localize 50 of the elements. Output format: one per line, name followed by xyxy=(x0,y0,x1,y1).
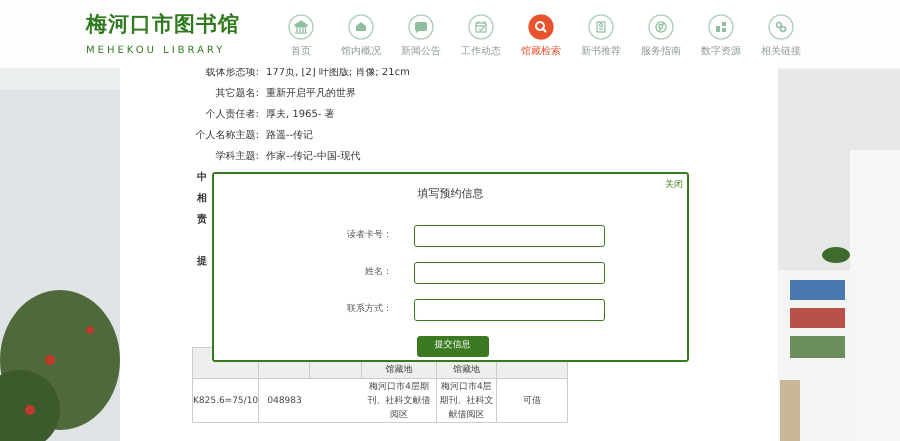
column-header: 馆藏地 xyxy=(386,364,413,374)
nav-item[interactable]: 数字资源 xyxy=(691,0,751,68)
nav-item[interactable]: 工作动态 xyxy=(451,0,511,68)
logo-title: 梅河口市图书馆 xyxy=(86,12,241,36)
nav-icon xyxy=(348,14,374,40)
field-label: 个人责任者: xyxy=(204,108,259,122)
nav-icon xyxy=(768,14,794,40)
close-button[interactable]: 关闭 xyxy=(665,179,683,192)
table-cell: 梅河口市4层期刊、社科文献借阅区 xyxy=(367,382,430,420)
field-label: 姓名： xyxy=(364,266,393,279)
logo-subtitle: MEHEKOU LIBRARY xyxy=(86,44,226,58)
nav-item[interactable]: 馆藏检索 xyxy=(511,0,571,68)
field-value: 177页, [2] 叶图版; 肖像; 21cm xyxy=(266,66,410,80)
table-cell: 048983 xyxy=(267,396,302,406)
nav-item[interactable]: 新书推荐 xyxy=(571,0,631,68)
field-label: 学科主题: xyxy=(214,150,259,164)
table-cell: 梅河口市4层期刊、社科文献借阅区 xyxy=(439,382,494,420)
input-field[interactable] xyxy=(414,224,605,246)
dialog-title: 填写预约信息 xyxy=(418,186,484,202)
nav-icon xyxy=(468,14,494,40)
nav-item[interactable]: 服务指南 xyxy=(631,0,691,68)
nav-item[interactable]: 首页 xyxy=(271,0,331,68)
nav-icon xyxy=(408,14,434,40)
table-cell: K825.6=75/10 xyxy=(193,396,258,406)
field-value: 重新开启平凡的世界 xyxy=(266,86,356,101)
field-value: 作家--传记-中国-现代 xyxy=(266,150,360,164)
field-label: 联系方式： xyxy=(346,302,393,316)
table-cell: 可借 xyxy=(522,396,541,406)
nav-icon xyxy=(288,14,314,40)
nav-icon xyxy=(588,14,614,40)
nav-item[interactable]: 馆内概况 xyxy=(331,0,391,68)
field-label: 相 xyxy=(197,192,207,206)
submit-button[interactable]: 提交信息 xyxy=(416,336,488,356)
field-label: 中 xyxy=(197,170,207,185)
nav-item[interactable]: 新闻公告 xyxy=(391,0,451,68)
input-field[interactable] xyxy=(414,262,605,284)
nav-icon xyxy=(708,14,734,40)
nav-item[interactable]: 相关链接 xyxy=(751,0,811,68)
field-label: 其它题名: xyxy=(214,86,259,101)
column-header: 馆藏地 xyxy=(452,364,480,374)
nav-icon xyxy=(528,14,554,40)
nav-icon xyxy=(648,14,674,40)
field-label: 责 xyxy=(197,212,207,227)
input-field[interactable] xyxy=(414,298,605,320)
field-label: 个人名称主题: xyxy=(194,128,259,143)
field-value: 路遥--传记 xyxy=(266,128,314,143)
field-label: 提 xyxy=(197,254,207,269)
field-label: 读者卡号： xyxy=(346,228,393,242)
field-label: 载体形态项: xyxy=(204,66,259,80)
field-value: 厚夫, 1965- 著 xyxy=(266,108,335,122)
